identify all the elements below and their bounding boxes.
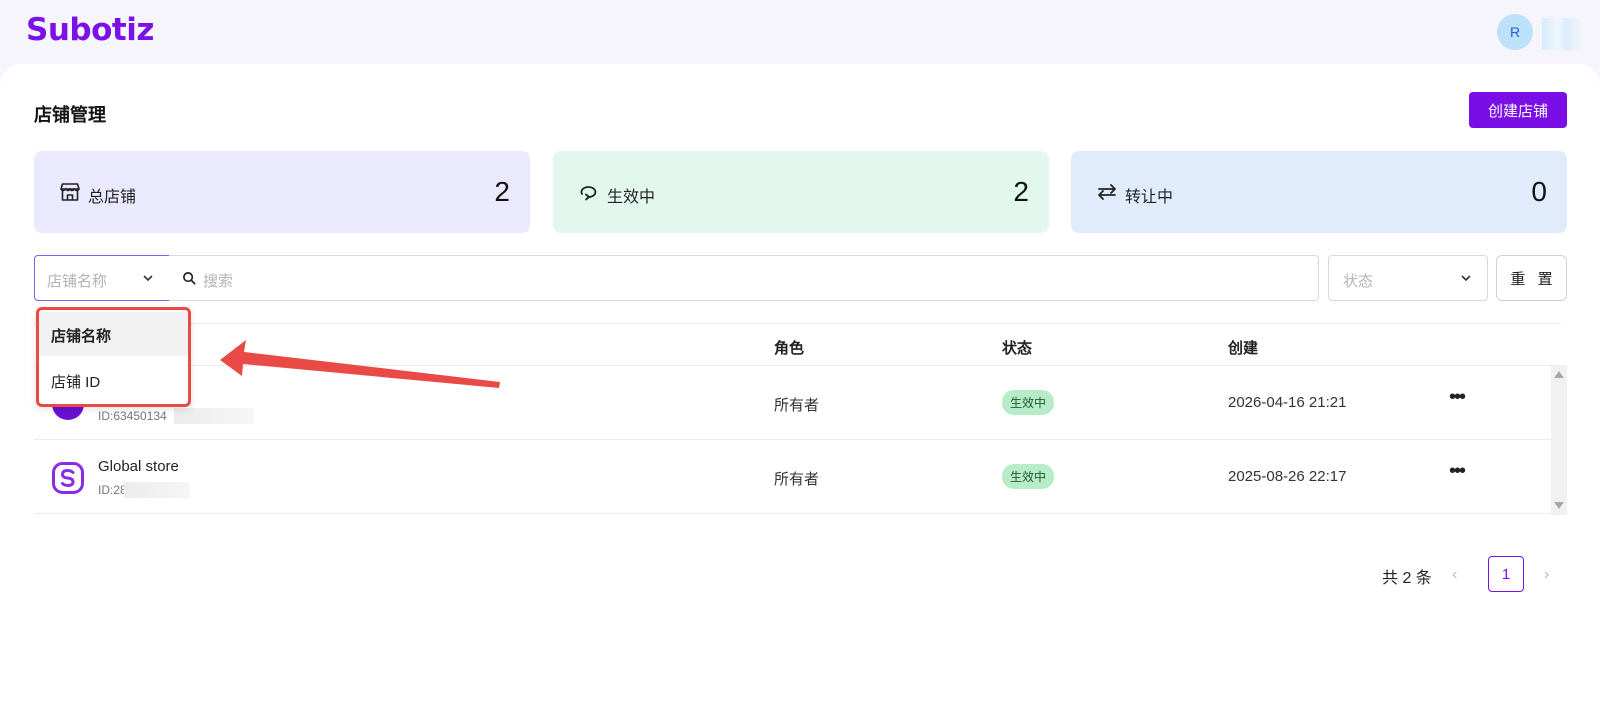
- column-header-status: 状态: [1002, 340, 1033, 357]
- status-badge: 生效中: [1002, 390, 1055, 415]
- user-name-redacted[interactable]: [1542, 18, 1582, 50]
- status-badge: 生效中: [1002, 464, 1055, 489]
- stat-value: 2: [494, 176, 510, 207]
- stat-card-transfer: 转让中 0: [1071, 151, 1567, 233]
- column-header-role: 角色: [774, 340, 805, 357]
- stores-table: 角色 状态 创建 ID:63450134 所有者 生效中 2026-04-16 …: [34, 323, 1567, 515]
- stat-value: 2: [1013, 176, 1029, 207]
- stat-label: 总店铺: [88, 189, 137, 206]
- store-role: 所有者: [774, 471, 820, 488]
- search-field-placeholder: 店铺名称: [47, 273, 108, 290]
- search-input[interactable]: 搜索: [169, 255, 1319, 301]
- chevron-down-icon: [1461, 275, 1471, 282]
- store-id: ID:28: [98, 483, 127, 497]
- user-avatar[interactable]: R: [1497, 14, 1533, 50]
- stat-label: 转让中: [1125, 189, 1174, 206]
- table-header: 角色 状态 创建: [34, 323, 1561, 366]
- transfer-arrows-icon: [1098, 184, 1116, 200]
- top-bar: Subotiz R: [0, 0, 1600, 64]
- create-store-button[interactable]: 创建店铺: [1469, 92, 1567, 128]
- created-date: 2025-08-26 22:17: [1228, 468, 1347, 485]
- store-logo-icon: [52, 462, 84, 494]
- scroll-down-icon[interactable]: [1554, 502, 1564, 509]
- search-field-dropdown: 店铺名称 店铺 ID: [36, 307, 191, 407]
- table-scrollbar[interactable]: [1551, 365, 1567, 515]
- store-id-redacted: [174, 408, 254, 424]
- stat-card-active: 生效中 2: [553, 151, 1049, 233]
- store-icon: [60, 183, 80, 201]
- more-actions-icon[interactable]: •••: [1449, 386, 1466, 409]
- store-id: ID:63450134: [98, 409, 167, 423]
- refresh-icon: [580, 186, 597, 201]
- chevron-left-icon[interactable]: ‹: [1452, 566, 1457, 584]
- status-select[interactable]: 状态: [1328, 255, 1488, 301]
- pagination-total: 共 2 条: [1382, 570, 1432, 587]
- table-row[interactable]: ID:63450134 所有者 生效中 2026-04-16 21:21 •••: [34, 366, 1551, 440]
- reset-button[interactable]: 重 置: [1496, 255, 1567, 301]
- store-role: 所有者: [774, 397, 820, 414]
- more-actions-icon[interactable]: •••: [1449, 460, 1466, 483]
- dropdown-option-store-id[interactable]: 店铺 ID: [39, 358, 188, 402]
- scroll-up-icon[interactable]: [1554, 371, 1564, 378]
- stat-card-total: 总店铺 2: [34, 151, 530, 233]
- status-placeholder: 状态: [1343, 273, 1374, 290]
- created-date: 2026-04-16 21:21: [1228, 394, 1347, 411]
- chevron-down-icon: [143, 275, 153, 282]
- chevron-right-icon[interactable]: ›: [1544, 566, 1549, 584]
- store-name: Global store: [98, 458, 179, 475]
- pagination-page-current[interactable]: 1: [1488, 556, 1524, 592]
- dropdown-option-store-name[interactable]: 店铺名称: [39, 312, 188, 356]
- store-id-redacted: [124, 482, 190, 498]
- table-row[interactable]: Global store ID:28 所有者 生效中 2025-08-26 22…: [34, 440, 1551, 514]
- column-header-created: 创建: [1228, 340, 1259, 357]
- stat-label: 生效中: [607, 189, 656, 206]
- search-placeholder: 搜索: [203, 273, 234, 290]
- page-title: 店铺管理: [34, 105, 106, 125]
- stat-value: 0: [1531, 176, 1547, 207]
- app-logo[interactable]: Subotiz: [26, 12, 154, 48]
- search-field-select[interactable]: 店铺名称: [34, 255, 170, 301]
- search-icon: [183, 272, 196, 285]
